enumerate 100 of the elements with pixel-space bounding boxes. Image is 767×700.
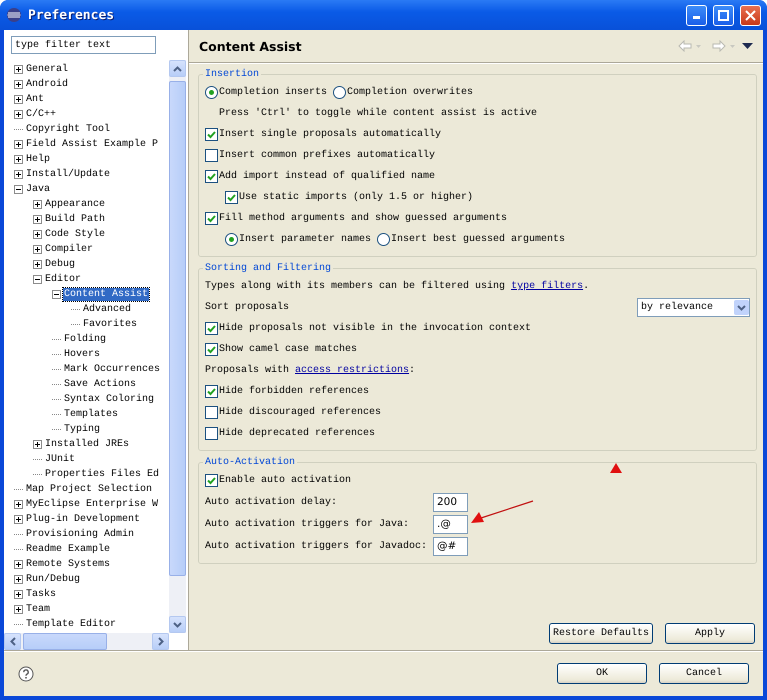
tree-item[interactable]: JUnit xyxy=(44,453,76,466)
radio-button[interactable] xyxy=(333,86,346,99)
expand-icon[interactable] xyxy=(33,440,42,449)
radio-button[interactable] xyxy=(225,233,238,246)
expand-icon[interactable] xyxy=(33,230,42,239)
input-field[interactable]: 200 xyxy=(433,492,468,512)
expand-icon[interactable] xyxy=(14,170,23,179)
checkbox[interactable] xyxy=(205,427,218,440)
checkbox[interactable] xyxy=(205,474,218,487)
tree-item[interactable]: Tasks xyxy=(25,588,58,601)
expand-icon[interactable] xyxy=(14,65,23,74)
radio-button[interactable] xyxy=(205,86,218,99)
apply-button[interactable]: Apply xyxy=(665,623,755,644)
checkbox[interactable] xyxy=(205,212,218,225)
tree-item[interactable]: Copyright Tool xyxy=(25,123,112,136)
tree-item[interactable]: Editor xyxy=(44,273,82,286)
filter-field[interactable]: type filter text xyxy=(11,36,156,54)
tree-item[interactable]: Templates xyxy=(63,408,120,421)
tree-item[interactable]: Java xyxy=(25,183,52,196)
minimize-button[interactable] xyxy=(686,4,707,26)
scroll-up-icon[interactable] xyxy=(173,66,182,72)
tree-item[interactable]: Run/Debug xyxy=(25,573,82,586)
menu-icon[interactable] xyxy=(742,42,753,50)
link[interactable]: access restrictions xyxy=(295,365,410,376)
collapse-icon[interactable] xyxy=(52,290,61,299)
input-field[interactable]: .@ xyxy=(433,514,468,534)
tree-item[interactable]: Appearance xyxy=(44,198,106,211)
cancel-button[interactable]: Cancel xyxy=(659,663,749,684)
dropdown[interactable]: by relevance xyxy=(637,298,750,317)
checkbox[interactable] xyxy=(205,170,218,183)
expand-icon[interactable] xyxy=(14,575,23,584)
tree-item[interactable]: Android xyxy=(25,78,70,91)
tree-item[interactable]: Hovers xyxy=(63,348,102,361)
tree-item[interactable]: Field Assist Example P xyxy=(25,138,160,151)
scroll-left-icon[interactable] xyxy=(10,637,16,646)
expand-icon[interactable] xyxy=(14,80,23,89)
expand-icon[interactable] xyxy=(14,515,23,524)
tree-item[interactable]: Typing xyxy=(63,423,102,436)
link[interactable]: type filters xyxy=(511,281,584,292)
tree-item[interactable]: Provisioning Admin xyxy=(25,528,136,541)
help-icon[interactable] xyxy=(18,666,34,682)
tree-item[interactable]: Install/Update xyxy=(25,168,112,181)
expand-icon[interactable] xyxy=(14,140,23,149)
tree-item[interactable]: Folding xyxy=(63,333,108,346)
scroll-right-icon[interactable] xyxy=(158,637,164,646)
checkbox[interactable] xyxy=(225,191,238,204)
description-text: Proposals with access restrictions: xyxy=(205,365,416,376)
tree-item[interactable]: Readme Example xyxy=(25,543,112,556)
checkbox[interactable] xyxy=(205,385,218,398)
expand-icon[interactable] xyxy=(14,590,23,599)
tree-item[interactable]: Code Style xyxy=(44,228,106,241)
tree-item[interactable]: Plug-in Development xyxy=(25,513,142,526)
tree-item[interactable]: Properties Files Ed xyxy=(44,468,160,481)
tree-item[interactable]: Mark Occurrences xyxy=(63,363,162,376)
restore-defaults-button[interactable]: Restore Defaults xyxy=(549,623,653,644)
expand-icon[interactable] xyxy=(33,245,42,254)
scrollbar-thumb[interactable] xyxy=(23,633,107,650)
tree-item[interactable]: Content Assist xyxy=(63,288,150,301)
checkbox[interactable] xyxy=(205,149,218,162)
scroll-down-icon[interactable] xyxy=(173,622,182,628)
ok-button[interactable]: OK xyxy=(557,663,647,684)
checkbox[interactable] xyxy=(205,406,218,419)
tree-item[interactable]: Compiler xyxy=(44,243,94,256)
input-field[interactable]: @# xyxy=(433,536,468,556)
tree-item[interactable]: Map Project Selection xyxy=(25,483,154,496)
tree-item[interactable]: Favorites xyxy=(82,318,138,331)
expand-icon[interactable] xyxy=(14,110,23,119)
tree-item[interactable]: Build Path xyxy=(44,213,106,226)
tree-item[interactable]: Save Actions xyxy=(63,378,138,391)
tree-item[interactable]: Template Editor xyxy=(25,618,118,631)
checkbox[interactable] xyxy=(205,343,218,356)
expand-icon[interactable] xyxy=(14,560,23,569)
expand-icon[interactable] xyxy=(14,95,23,104)
radio-button[interactable] xyxy=(377,233,390,246)
horizontal-scrollbar[interactable] xyxy=(4,633,169,650)
tree-item[interactable]: General xyxy=(25,63,70,76)
checkbox[interactable] xyxy=(205,322,218,335)
tree-item[interactable]: Syntax Coloring xyxy=(63,393,156,406)
close-button[interactable] xyxy=(740,4,761,26)
expand-icon[interactable] xyxy=(33,200,42,209)
tree-item[interactable]: Team xyxy=(25,603,52,616)
collapse-icon[interactable] xyxy=(33,275,42,284)
maximize-button[interactable] xyxy=(713,4,734,26)
expand-icon[interactable] xyxy=(14,155,23,164)
tree-item[interactable]: C/C++ xyxy=(25,108,58,121)
tree-item[interactable]: Help xyxy=(25,153,52,166)
tree-item[interactable]: Ant xyxy=(25,93,46,106)
group-title: Sorting and Filtering xyxy=(204,263,332,274)
checkbox-label: Enable auto activation xyxy=(219,475,352,486)
tree-item[interactable]: Installed JREs xyxy=(44,438,130,451)
tree-item[interactable]: Advanced xyxy=(82,303,132,316)
expand-icon[interactable] xyxy=(33,215,42,224)
tree-item[interactable]: Remote Systems xyxy=(25,558,112,571)
tree-item[interactable]: Debug xyxy=(44,258,76,271)
expand-icon[interactable] xyxy=(14,605,23,614)
tree-item[interactable]: MyEclipse Enterprise W xyxy=(25,498,160,511)
expand-icon[interactable] xyxy=(14,500,23,509)
checkbox[interactable] xyxy=(205,128,218,141)
expand-icon[interactable] xyxy=(33,260,42,269)
collapse-icon[interactable] xyxy=(14,185,23,194)
